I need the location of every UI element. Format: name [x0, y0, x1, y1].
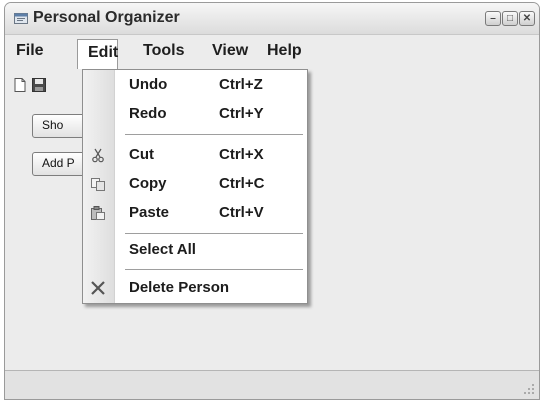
- menu-item-label: Delete Person: [129, 279, 230, 296]
- close-button[interactable]: ✕: [519, 11, 535, 26]
- menu-item-undo[interactable]: Undo Ctrl+Z: [83, 72, 307, 98]
- delete-icon: [91, 281, 105, 295]
- status-bar: [5, 370, 539, 399]
- scissors-icon: [92, 148, 104, 163]
- menu-item-label: Paste: [129, 204, 170, 221]
- app-window: Personal Organizer – □ ✕ File Edit Tools…: [4, 2, 540, 400]
- menu-edit-label: Edit: [88, 44, 119, 61]
- window-title: Personal Organizer: [33, 9, 180, 26]
- copy-icon: [91, 178, 105, 191]
- menu-separator: [125, 134, 303, 135]
- menu-item-label: Copy: [129, 175, 167, 192]
- save-icon[interactable]: [31, 77, 47, 93]
- menu-item-label: Select All: [129, 241, 196, 258]
- app-icon: [14, 13, 28, 24]
- menu-help[interactable]: Help: [267, 42, 302, 60]
- menu-item-label: Cut: [129, 146, 154, 163]
- menu-view[interactable]: View: [212, 42, 248, 60]
- menu-item-copy[interactable]: Copy Ctrl+C: [83, 171, 307, 197]
- minimize-button[interactable]: –: [485, 11, 501, 26]
- menu-item-cut[interactable]: Cut Ctrl+X: [83, 142, 307, 168]
- resize-grip-icon[interactable]: [522, 382, 536, 396]
- new-document-icon[interactable]: [12, 77, 28, 93]
- menu-separator: [125, 269, 303, 270]
- paste-icon: [91, 206, 105, 220]
- menu-item-delete-person[interactable]: Delete Person: [83, 275, 307, 301]
- menu-file[interactable]: File: [16, 42, 44, 60]
- menu-item-paste[interactable]: Paste Ctrl+V: [83, 200, 307, 226]
- menu-item-select-all[interactable]: Select All: [83, 237, 307, 263]
- menu-bar: File Edit Tools View Help: [5, 38, 539, 69]
- menu-item-shortcut: Ctrl+V: [219, 204, 264, 221]
- menu-separator: [125, 233, 303, 234]
- menu-item-shortcut: Ctrl+Y: [219, 105, 264, 122]
- menu-item-shortcut: Ctrl+X: [219, 146, 264, 163]
- window-controls: – □ ✕: [485, 11, 535, 26]
- menu-item-label: Redo: [129, 105, 167, 122]
- menu-item-label: Undo: [129, 76, 168, 93]
- menu-item-shortcut: Ctrl+C: [219, 175, 265, 192]
- menu-edit[interactable]: Edit: [77, 39, 118, 69]
- menu-tools[interactable]: Tools: [143, 42, 184, 60]
- maximize-button[interactable]: □: [502, 11, 518, 26]
- edit-menu-dropdown: Undo Ctrl+Z Redo Ctrl+Y Cut Ctrl+X Copy …: [82, 69, 308, 304]
- title-bar[interactable]: Personal Organizer – □ ✕: [5, 3, 539, 35]
- menu-item-redo[interactable]: Redo Ctrl+Y: [83, 101, 307, 127]
- menu-item-shortcut: Ctrl+Z: [219, 76, 263, 93]
